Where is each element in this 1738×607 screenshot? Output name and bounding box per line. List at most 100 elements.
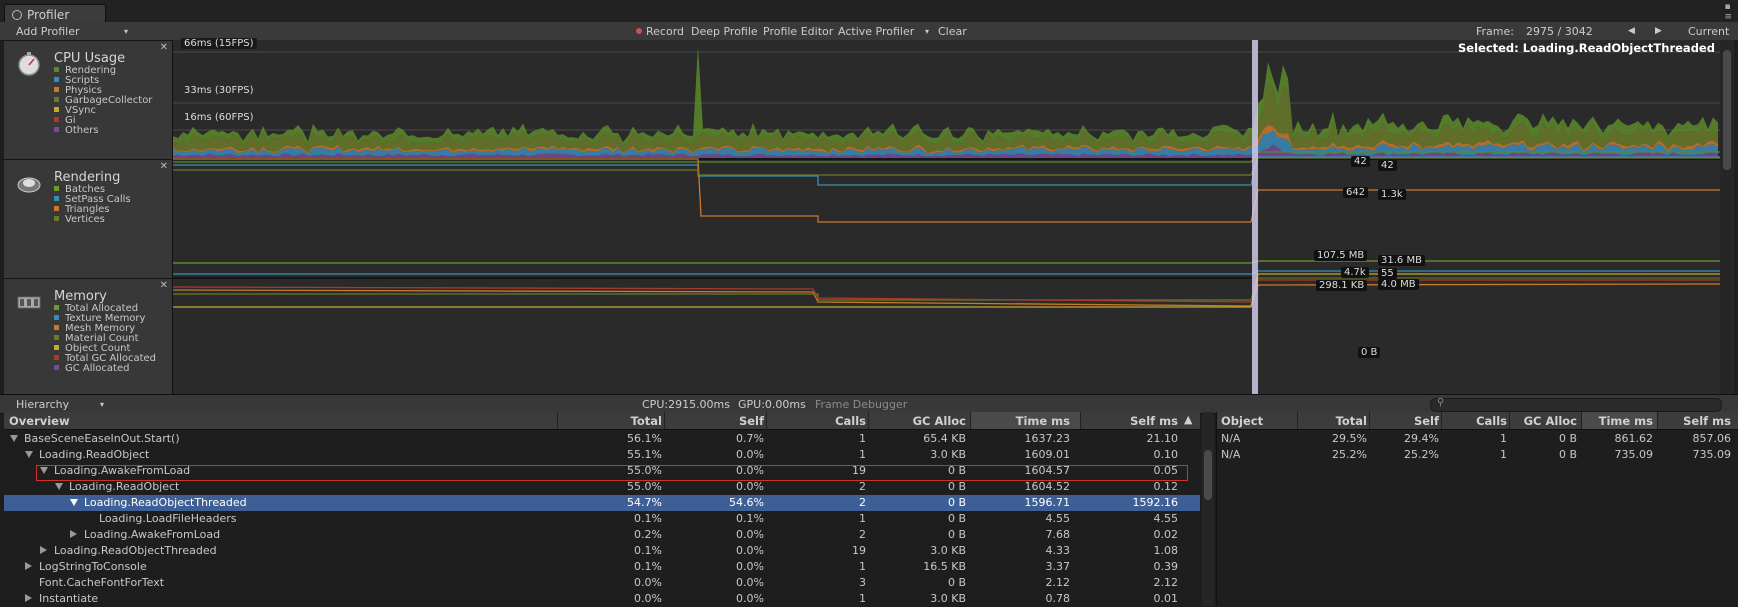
cell-time: 1609.01 xyxy=(1024,448,1071,461)
current-frame-button[interactable]: Current xyxy=(1688,25,1729,38)
column-total[interactable]: Total xyxy=(564,414,662,428)
legend-swatch xyxy=(54,305,59,310)
view-mode-dropdown[interactable]: Hierarchy xyxy=(16,398,69,411)
hierarchy-row[interactable]: Loading.AwakeFromLoad 0.2% 0.0% 2 0 B 7.68 0.0… xyxy=(4,527,1200,543)
expanded-arrow-icon[interactable] xyxy=(55,483,63,490)
sort-ascending-icon[interactable]: ▲ xyxy=(1184,413,1192,426)
profiler-charts[interactable]: 66ms (15FPS) 33ms (30FPS) 16ms (60FPS) S… xyxy=(173,38,1720,394)
close-icon[interactable]: ✕ xyxy=(160,161,168,172)
cell-gc: 0 B xyxy=(947,576,966,589)
column-object[interactable]: Object xyxy=(1221,414,1263,428)
record-button[interactable]: Record xyxy=(636,25,684,38)
gpu-time-readout: GPU:0.00ms xyxy=(738,398,806,411)
expanded-arrow-icon[interactable] xyxy=(70,499,78,506)
frame-debugger-button[interactable]: Frame Debugger xyxy=(815,398,907,411)
scrollbar-thumb[interactable] xyxy=(1204,450,1212,500)
panel-title: Memory xyxy=(54,289,107,304)
collapsed-arrow-icon[interactable] xyxy=(25,562,32,570)
cell-total: 0.2% xyxy=(634,528,662,541)
hierarchy-row[interactable]: Loading.ReadObject 55.1% 0.0% 1 3.0 KB 1609.0… xyxy=(4,447,1200,463)
stopwatch-icon xyxy=(18,52,40,76)
cell-self: 0.0% xyxy=(736,544,764,557)
charts-scrollbar[interactable] xyxy=(1720,40,1734,394)
expanded-arrow-icon[interactable] xyxy=(10,435,18,442)
hierarchy-row[interactable]: Loading.ReadObjectThreaded 54.7% 54.6% 2 0 B… xyxy=(4,495,1200,511)
cell-calls: 1 xyxy=(859,512,866,525)
legend-item[interactable]: Others xyxy=(54,125,99,136)
add-profiler-dropdown[interactable]: Add Profiler xyxy=(16,25,80,38)
column-self-ms[interactable]: Self ms xyxy=(1659,414,1731,428)
column-total[interactable]: Total xyxy=(1299,414,1367,428)
column-time-ms[interactable]: Time ms xyxy=(1583,414,1653,428)
object-row[interactable]: N/A 25.2% 25.2% 1 0 B 735.09 735.09 xyxy=(1217,447,1738,463)
setpass-line xyxy=(173,156,1720,186)
object-count-value-left: 4.7k xyxy=(1341,267,1369,278)
cell-gc: 3.0 KB xyxy=(930,448,966,461)
highlight-box xyxy=(36,465,1188,481)
collapsed-arrow-icon[interactable] xyxy=(70,530,77,538)
cell-self: 0.0% xyxy=(736,448,764,461)
legend-item[interactable]: Vertices xyxy=(54,214,105,225)
sample-name: Loading.ReadObjectThreaded xyxy=(84,496,247,509)
cell-time: 861.62 xyxy=(1614,432,1654,445)
cell-calls: 1 xyxy=(859,592,866,605)
material-count-line xyxy=(173,277,1720,301)
prev-frame-icon[interactable]: ◀ xyxy=(1628,26,1635,36)
cell-gc: 3.0 KB xyxy=(930,592,966,605)
objects-header: Object Total Self Calls GC Alloc Time ms… xyxy=(1217,412,1738,430)
cpu-time-readout: CPU:2915.00ms xyxy=(642,398,731,411)
close-icon[interactable]: ✕ xyxy=(160,280,168,291)
sample-name: Loading.ReadObject xyxy=(39,448,150,461)
legend-swatch xyxy=(54,216,59,221)
sample-name: Loading.ReadObject xyxy=(69,480,180,493)
column-self[interactable]: Self xyxy=(1371,414,1439,428)
profile-editor-button[interactable]: Profile Editor xyxy=(763,25,833,38)
expanded-arrow-icon[interactable] xyxy=(25,451,33,458)
hierarchy-row[interactable]: LogStringToConsole 0.1% 0.0% 1 16.5 KB 3.37 0.… xyxy=(4,559,1200,575)
selected-sample-label: Selected: Loading.ReadObjectThreaded xyxy=(1458,41,1715,55)
batches-value-right: 42 xyxy=(1378,160,1397,171)
hierarchy-row[interactable]: Loading.LoadFileHeaders 0.1% 0.1% 1 0 B 4.55 4… xyxy=(4,511,1200,527)
deep-profile-button[interactable]: Deep Profile xyxy=(691,25,758,38)
scrollbar-thumb[interactable] xyxy=(1723,50,1731,170)
column-gc-alloc[interactable]: GC Alloc xyxy=(874,414,966,428)
object-details-pane: Object Total Self Calls GC Alloc Time ms… xyxy=(1216,412,1738,606)
cell-selfms: 1592.16 xyxy=(1132,496,1179,509)
column-self-ms[interactable]: Self ms xyxy=(1086,414,1178,428)
hierarchy-row[interactable]: BaseSceneEaseInOut.Start() 56.1% 0.7% 1 65.4… xyxy=(4,431,1200,447)
legend-label: GC Allocated xyxy=(65,363,130,374)
search-input[interactable]: ⚲ xyxy=(1430,397,1722,412)
tab-profiler[interactable]: Profiler xyxy=(4,4,106,24)
hierarchy-row[interactable]: Instantiate 0.0% 0.0% 1 3.0 KB 0.78 0.01 xyxy=(4,591,1200,607)
hierarchy-row[interactable]: Loading.ReadObjectThreaded 0.1% 0.0% 19 3.0 … xyxy=(4,543,1200,559)
close-icon[interactable]: ✕ xyxy=(160,42,168,53)
cell-calls: 2 xyxy=(859,480,866,493)
cell-gc: 3.0 KB xyxy=(930,544,966,557)
clear-button[interactable]: Clear xyxy=(938,25,967,38)
collapsed-arrow-icon[interactable] xyxy=(25,594,32,602)
search-icon: ⚲ xyxy=(1437,397,1445,408)
rendering-panel[interactable]: Rendering ✕ Batches SetPass Calls Triangle… xyxy=(4,160,173,279)
next-frame-icon[interactable]: ▶ xyxy=(1655,26,1662,36)
hierarchy-row[interactable]: Font.CacheFontForText 0.0% 0.0% 3 0 B 2.12 2.1… xyxy=(4,575,1200,591)
column-calls[interactable]: Calls xyxy=(772,414,866,428)
legend-item[interactable]: GC Allocated xyxy=(54,363,129,374)
hierarchy-row[interactable]: Loading.ReadObject 55.0% 0.0% 2 0 B 1604.52 0.… xyxy=(4,479,1200,495)
cell-selfms: 2.12 xyxy=(1153,576,1179,589)
dropdown-arrow-icon: ▾ xyxy=(124,27,129,36)
column-overview[interactable]: Overview xyxy=(9,414,70,428)
cell-calls: 1 xyxy=(1500,448,1507,461)
cpu-usage-panel[interactable]: CPU Usage ✕ Rendering Scripts Physics Garba… xyxy=(4,41,173,160)
record-label: Record xyxy=(646,25,685,38)
active-profiler-dropdown[interactable]: Active Profiler xyxy=(838,25,914,38)
memory-panel[interactable]: Memory ✕ Total Allocated Texture Memory Me… xyxy=(4,279,173,395)
column-gc-alloc[interactable]: GC Alloc xyxy=(1511,414,1577,428)
window-menu-icon[interactable]: ▪ ≡ xyxy=(1724,2,1732,22)
object-count-value-right: 55 xyxy=(1378,268,1397,279)
object-row[interactable]: N/A 29.5% 29.4% 1 0 B 861.62 857.06 xyxy=(1217,431,1738,447)
collapsed-arrow-icon[interactable] xyxy=(40,546,47,554)
column-time-ms[interactable]: Time ms xyxy=(974,414,1070,428)
column-calls[interactable]: Calls xyxy=(1443,414,1507,428)
hierarchy-scrollbar[interactable] xyxy=(1202,412,1214,606)
column-self[interactable]: Self xyxy=(670,414,764,428)
